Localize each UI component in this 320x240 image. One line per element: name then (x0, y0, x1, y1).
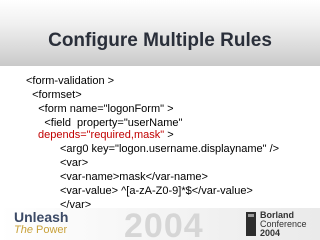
code-block: <form-validation > <formset> <form name=… (0, 0, 320, 240)
unleash-text: Unleash (14, 209, 69, 225)
code-line-var-open: <var> (60, 157, 89, 169)
code-depends-close: > (164, 129, 174, 141)
code-line-depends-wrap: depends="required,mask" > (38, 129, 174, 142)
code-line-form: <form name="logonForm" > (26, 103, 174, 115)
footer-watermark-year: 2004 (124, 208, 204, 240)
the-word: The (14, 224, 33, 236)
code-line-var-value: <var-value> ^[a-zA-Z0-9]*$</var-value> (60, 185, 253, 197)
code-depends-attribute: depends="required,mask" (38, 129, 165, 141)
code-line-formset: <formset> (26, 89, 82, 101)
unleash-the-power-logo: Unleash The Power (14, 210, 68, 237)
footer-banner: 2004 Unleash The Power Borland Conferenc… (0, 208, 320, 240)
code-line-form-validation: <form-validation > (26, 75, 115, 87)
borland-logo-icon (246, 212, 256, 236)
power-word: Power (36, 224, 68, 236)
borland-conference-logo: Borland Conference 2004 (246, 209, 318, 239)
code-line-arg0: <arg0 key="logon.username.displayname" /… (60, 143, 280, 155)
conference-year: 2004 (260, 228, 281, 238)
the-power-text: The Power (14, 224, 68, 237)
code-line-var-name: <var-name>mask</var-name> (60, 171, 208, 183)
conference-text: Borland Conference 2004 (260, 211, 307, 238)
slide: Configure Multiple Rules <form-validatio… (0, 0, 320, 240)
